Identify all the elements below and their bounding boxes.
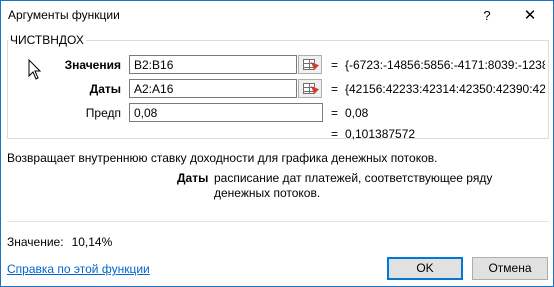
- function-description: Возвращает внутреннюю ставку доходности …: [7, 151, 438, 165]
- formula-value: Значение: 10,14%: [7, 235, 112, 249]
- dialog-title: Аргументы функции: [8, 8, 120, 22]
- dates-input[interactable]: [129, 79, 297, 98]
- dates-range-button[interactable]: [298, 79, 322, 98]
- value-text: 10,14%: [71, 235, 113, 249]
- argument-description-text: расписание дат платежей, соответствующее…: [214, 171, 493, 200]
- equals-sign: =: [331, 58, 339, 72]
- equals-sign: =: [331, 82, 339, 96]
- guess-result: 0,08: [345, 106, 369, 120]
- dates-result: {42156:42233:42314:42350:42390:42...: [345, 82, 545, 96]
- help-button[interactable]: ?: [467, 1, 507, 30]
- function-help-link[interactable]: Справка по этой функции: [7, 262, 150, 276]
- values-input[interactable]: [129, 55, 297, 74]
- equals-sign: =: [331, 106, 339, 120]
- value-label: Значение:: [7, 235, 64, 249]
- cancel-button[interactable]: Отмена: [472, 257, 548, 280]
- divider: [7, 221, 549, 222]
- values-range-button[interactable]: [298, 55, 322, 74]
- title-bar[interactable]: Аргументы функции ? ✕: [1, 1, 553, 30]
- guess-input[interactable]: [129, 103, 323, 122]
- values-result: {-6723:-14856:5856:-4171:8039:-12384:: [345, 58, 545, 72]
- ok-button[interactable]: OK: [387, 257, 463, 280]
- function-name: ЧИСТВНДОХ: [8, 33, 86, 47]
- equals-sign: =: [331, 127, 339, 141]
- argument-description-name: Даты: [177, 171, 209, 185]
- function-arguments-dialog: Аргументы функции ? ✕ ЧИСТВНДОХ Значения…: [0, 0, 554, 287]
- mouse-pointer-icon: [28, 59, 42, 80]
- arg-label-dates: Даты: [89, 82, 121, 96]
- formula-result: 0,101387572: [345, 127, 416, 141]
- close-button[interactable]: ✕: [507, 1, 553, 30]
- arg-label-guess: Предп: [85, 106, 121, 120]
